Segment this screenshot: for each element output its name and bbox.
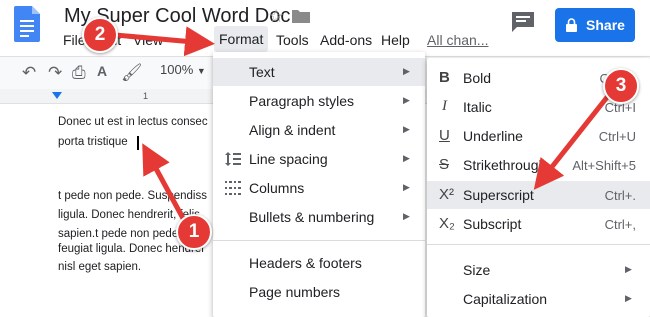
bold-icon: B: [439, 69, 450, 86]
menu-item-label: Bullets & numbering: [249, 209, 375, 225]
shortcut-label: Ctrl+,: [604, 217, 636, 232]
menu-item-label: Strikethrough: [463, 157, 547, 173]
format-menu-paragraph-styles[interactable]: Paragraph styles ▶: [213, 87, 425, 115]
shortcut-label: Ctrl+U: [598, 129, 636, 144]
shortcut-label: Alt+Shift+5: [572, 158, 636, 173]
all-changes-link[interactable]: All chan...: [427, 32, 488, 48]
undo-icon[interactable]: ↶: [22, 63, 36, 83]
spellcheck-icon[interactable]: A: [97, 63, 107, 79]
menu-item-label: Page numbers: [249, 284, 341, 300]
document-line[interactable]: nisl eget sapien.: [58, 261, 141, 273]
format-menu-align-indent[interactable]: Align & indent ▶: [213, 116, 425, 144]
menu-item-label: Subscript: [463, 216, 522, 232]
underline-icon: U: [439, 127, 450, 144]
document-line[interactable]: t pede non pede. Suspendiss: [58, 190, 207, 202]
menu-item-label: Text: [249, 64, 275, 80]
text-submenu-subscript[interactable]: X₂ Subscript Ctrl+,: [427, 210, 650, 238]
text-submenu-superscript[interactable]: X² Superscript Ctrl+.: [427, 181, 650, 209]
menu-tools[interactable]: Tools: [276, 32, 309, 48]
chevron-down-icon: ▼: [196, 66, 206, 76]
menu-item-label: Capitalization: [463, 291, 548, 307]
italic-icon: I: [442, 98, 447, 114]
format-menu-line-spacing[interactable]: Line spacing ▶: [213, 145, 425, 173]
submenu-arrow-icon: ▶: [403, 66, 410, 76]
document-line[interactable]: Donec ut est in lectus consec: [58, 116, 208, 128]
menu-item-label: Bold: [463, 70, 492, 86]
submenu-arrow-icon: ▶: [403, 211, 410, 221]
submenu-arrow-icon: ▶: [403, 182, 410, 192]
submenu-arrow-icon: ▶: [403, 124, 410, 134]
submenu-arrow-icon: ▶: [403, 153, 410, 163]
lock-icon: [566, 18, 578, 32]
document-line[interactable]: ligula. Donec hendrerit, felis: [58, 209, 200, 221]
shortcut-label: Ctrl+.: [604, 188, 636, 203]
text-submenu-strikethrough[interactable]: S Strikethrough Alt+Shift+5: [427, 151, 650, 179]
annotation-badge-1: 1: [176, 214, 212, 250]
menu-item-label: Columns: [249, 180, 305, 196]
format-menu-columns[interactable]: Columns ▶: [213, 174, 425, 202]
format-menu-bullets-numbering[interactable]: Bullets & numbering ▶: [213, 203, 425, 231]
subscript-icon: X₂: [439, 215, 455, 232]
zoom-value: 100%: [160, 62, 194, 77]
menu-view[interactable]: View: [133, 32, 163, 48]
annotation-badge-2: 2: [82, 17, 118, 53]
ruler-mark: 1: [143, 91, 149, 101]
menu-divider: [213, 240, 425, 241]
text-cursor: [137, 136, 139, 150]
star-outline-icon[interactable]: ☆: [268, 6, 284, 27]
submenu-arrow-icon: ▶: [403, 95, 410, 105]
menu-help[interactable]: Help: [381, 32, 410, 48]
annotation-badge-3: 3: [603, 68, 639, 104]
menu-item-label: Italic: [463, 99, 492, 115]
print-icon[interactable]: ⎙: [72, 63, 86, 83]
paint-format-icon[interactable]: 🖌: [121, 63, 143, 83]
menu-item-label: Headers & footers: [249, 255, 362, 271]
share-label: Share: [586, 17, 625, 33]
menu-add-ons[interactable]: Add-ons: [320, 32, 372, 48]
menu-item-label: Line spacing: [249, 151, 328, 167]
menu-format[interactable]: Format: [214, 26, 269, 52]
text-submenu-capitalization[interactable]: Capitalization ▶: [427, 285, 650, 313]
indent-marker[interactable]: [52, 92, 62, 99]
format-menu-page-numbers[interactable]: Page numbers: [213, 278, 425, 306]
menu-item-label: Paragraph styles: [249, 93, 355, 109]
superscript-icon: X²: [439, 186, 454, 203]
folder-icon[interactable]: [292, 9, 310, 23]
document-line[interactable]: porta tristique: [58, 136, 128, 148]
text-submenu-size[interactable]: Size ▶: [427, 256, 650, 284]
strikethrough-icon: S: [439, 156, 450, 173]
comment-history-icon[interactable]: [512, 12, 534, 32]
share-button[interactable]: Share: [555, 8, 635, 42]
line-spacing-icon: [225, 152, 241, 166]
zoom-select[interactable]: 100% ▼: [160, 62, 206, 77]
columns-icon: [225, 181, 241, 195]
redo-icon[interactable]: ↷: [48, 63, 62, 83]
menu-item-label: Superscript: [463, 187, 534, 203]
text-submenu-underline[interactable]: U Underline Ctrl+U: [427, 122, 650, 150]
menu-item-label: Size: [463, 262, 491, 278]
format-menu-headers-footers[interactable]: Headers & footers: [213, 249, 425, 277]
format-menu-text[interactable]: Text ▶: [213, 58, 425, 86]
menu-divider: [427, 244, 650, 245]
submenu-arrow-icon: ▶: [625, 264, 632, 274]
google-docs-logo-icon[interactable]: [14, 6, 40, 42]
menu-item-label: Underline: [463, 128, 523, 144]
submenu-arrow-icon: ▶: [625, 293, 632, 303]
menu-item-label: Align & indent: [249, 122, 336, 138]
